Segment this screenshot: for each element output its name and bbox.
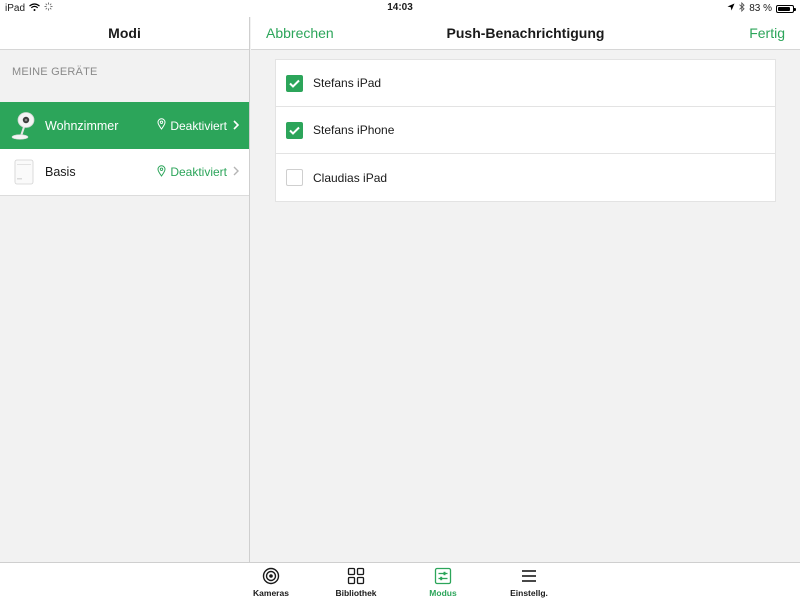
base-station-icon — [11, 157, 37, 187]
tab-bibliothek[interactable]: Bibliothek — [321, 567, 391, 598]
tab-label: Einstellg. — [510, 588, 548, 598]
recipient-label: Claudias iPad — [313, 170, 388, 185]
sliders-icon — [408, 567, 478, 585]
tab-bar: Kameras Bibliothek Modus Einstellg. — [0, 562, 800, 600]
tab-label: Kameras — [253, 588, 289, 598]
push-notification-panel: Abbrechen Push-Benachrichtigung Fertig S… — [251, 17, 800, 562]
recipient-row-claudias-ipad[interactable]: Claudias iPad — [276, 154, 775, 201]
recipient-label: Stefans iPad — [313, 76, 382, 90]
status-time: 14:03 — [387, 2, 413, 13]
bluetooth-icon — [739, 1, 745, 15]
device-name-basis: Basis — [45, 165, 76, 179]
done-button[interactable]: Fertig — [749, 25, 785, 41]
status-label: Deaktiviert — [170, 118, 227, 133]
checkbox-checked[interactable] — [286, 121, 303, 139]
checkbox-checked[interactable] — [286, 74, 303, 92]
page-title: Push-Benachrichtigung — [446, 25, 605, 41]
chevron-right-icon — [233, 165, 239, 179]
status-bar: iPad 14:03 83 % — [0, 0, 800, 17]
sidebar-title: Modi — [0, 17, 249, 50]
device-list: Wohnzimmer Deaktiviert Basis Deaktiviert — [0, 102, 249, 196]
location-pin-icon — [157, 164, 166, 180]
tab-einstellungen[interactable]: Einstellg. — [494, 567, 564, 598]
device-status-wohnzimmer: Deaktiviert — [157, 118, 240, 133]
location-pin-icon — [157, 118, 166, 133]
section-label-my-devices: MEINE GERÄTE — [12, 66, 98, 78]
tab-kameras[interactable]: Kameras — [236, 567, 306, 598]
checkmark-icon — [289, 79, 300, 88]
recipient-label: Stefans iPhone — [313, 123, 395, 137]
battery-icon — [776, 4, 796, 13]
device-row-basis[interactable]: Basis Deaktiviert — [0, 149, 249, 196]
grid-icon — [321, 567, 391, 585]
device-row-wohnzimmer[interactable]: Wohnzimmer Deaktiviert — [0, 102, 249, 149]
tab-label: Bibliothek — [335, 588, 377, 598]
recipient-row-stefans-iphone[interactable]: Stefans iPhone — [276, 107, 775, 154]
camera-lens-icon — [236, 567, 306, 585]
recipient-list: Stefans iPad Stefans iPhone Claudias iPa… — [275, 59, 776, 202]
menu-icon — [494, 567, 564, 585]
navigation-bar: Abbrechen Push-Benachrichtigung Fertig — [251, 17, 800, 50]
chevron-right-icon — [233, 119, 240, 133]
location-arrow-icon — [727, 3, 735, 14]
modes-sidebar: Modi MEINE GERÄTE Wohnzimmer Deaktiviert — [0, 17, 250, 562]
status-right: 83 % — [727, 1, 796, 15]
status-label: Deaktiviert — [170, 165, 227, 179]
checkbox-unchecked[interactable] — [286, 169, 303, 186]
device-status-basis: Deaktiviert — [157, 164, 239, 180]
recipient-row-stefans-ipad[interactable]: Stefans iPad — [276, 60, 775, 107]
camera-device-icon — [11, 111, 37, 141]
checkmark-icon — [289, 126, 300, 135]
battery-percent: 83 % — [749, 3, 772, 14]
tab-modus[interactable]: Modus — [408, 567, 478, 598]
tab-label: Modus — [429, 588, 457, 598]
device-name-wohnzimmer: Wohnzimmer — [45, 118, 119, 133]
